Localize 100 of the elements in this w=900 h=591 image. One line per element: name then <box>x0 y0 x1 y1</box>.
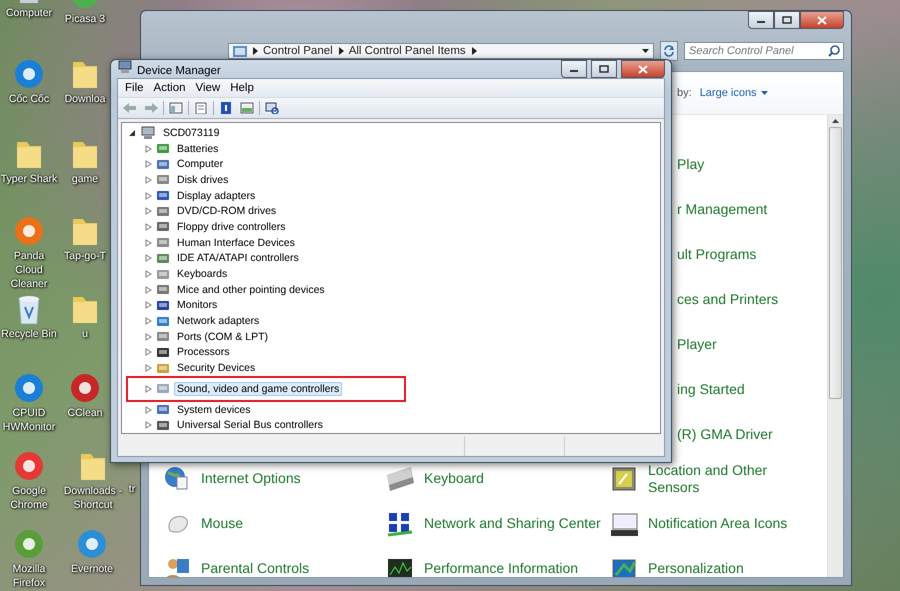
breadcrumb-item[interactable]: Control Panel <box>263 45 333 57</box>
control-panel-item-link[interactable]: Keyboard <box>424 470 484 487</box>
search-field[interactable]: Search Control Panel <box>684 42 844 60</box>
tree-item[interactable]: Keyboards <box>174 267 230 282</box>
desktop-icon-label[interactable]: Panda Cloud Cleaner <box>0 249 58 291</box>
device-icon <box>156 158 170 171</box>
maximize-button[interactable] <box>774 11 800 29</box>
control-panel-item-link[interactable]: Parental Controls <box>201 560 310 577</box>
control-panel-item-link[interactable]: Player <box>677 336 717 352</box>
scan-hardware-button[interactable] <box>263 101 281 115</box>
tree-item[interactable]: Monitors <box>174 298 220 312</box>
tree-item[interactable]: Disk drives <box>174 172 232 187</box>
view-by-label: by: <box>677 87 692 99</box>
chevron-icon <box>470 47 477 55</box>
desktop-icon-label[interactable]: Picasa 3 <box>64 12 106 26</box>
device-icon <box>156 283 170 296</box>
device-icon <box>156 346 170 359</box>
app-icon <box>69 372 101 404</box>
control-panel-item-link[interactable]: Notification Area Icons <box>648 515 788 532</box>
control-panel-item-link[interactable]: ing Started <box>677 380 745 396</box>
desktop-icon-label[interactable]: Recycle Bin <box>1 327 57 341</box>
menu-item[interactable]: Help <box>225 81 259 95</box>
tree-item[interactable]: Universal Serial Bus controllers <box>174 418 326 432</box>
close-button[interactable] <box>621 60 665 78</box>
desktop-icon-label[interactable]: Tap-go-T <box>64 249 106 263</box>
tree-item[interactable]: Sound, video and game controllers <box>174 382 342 396</box>
app-icon <box>13 528 45 560</box>
computer-icon <box>140 126 156 140</box>
control-panel-item-link[interactable]: Personalization <box>648 560 744 577</box>
device-icon <box>156 418 170 432</box>
control-panel-item-link[interactable]: Internet Options <box>201 470 301 487</box>
tree-item[interactable]: Mice and other pointing devices <box>174 282 328 297</box>
desktop-icon-label[interactable]: Downloads - Shortcut <box>62 484 124 512</box>
control-panel-item-link[interactable]: Location and Other Sensors <box>648 462 798 496</box>
tree-item[interactable]: Network adapters <box>174 314 262 328</box>
view-by-dropdown[interactable]: Large icons <box>700 87 768 99</box>
console-tree-button[interactable] <box>167 101 185 115</box>
close-button[interactable] <box>800 11 844 29</box>
tree-item[interactable]: Processors <box>174 345 233 360</box>
control-panel-item-link[interactable]: Play <box>677 156 704 172</box>
refresh-button[interactable] <box>660 41 678 61</box>
panel-icon <box>239 102 255 114</box>
app-icon <box>13 58 45 90</box>
scrollbar[interactable] <box>827 115 843 577</box>
desktop-icon-label[interactable]: Cốc Cốc <box>8 92 50 106</box>
app-icon <box>13 450 45 482</box>
tree-item[interactable]: IDE ATA/ATAPI controllers <box>174 251 302 266</box>
control-panel-item-link[interactable]: ces and Printers <box>677 290 778 306</box>
tree-item[interactable]: Security Devices <box>174 361 258 376</box>
menu-item[interactable]: View <box>190 81 226 95</box>
tree-item[interactable]: SCD073119 <box>160 126 222 140</box>
folder-icon <box>233 45 247 57</box>
control-panel-item-link[interactable]: r Management <box>677 200 768 216</box>
device-icon <box>156 298 170 312</box>
tree-item[interactable]: Batteries <box>174 142 222 156</box>
control-panel-item-link[interactable]: Mouse <box>201 515 244 532</box>
desktop-icon-label[interactable]: CClean <box>67 406 103 420</box>
refresh-icon <box>663 45 675 57</box>
desktop-icon-label[interactable]: tr <box>128 482 136 496</box>
desktop-icon-label[interactable]: Mozilla Firefox <box>0 562 58 590</box>
maximize-button[interactable] <box>591 60 617 78</box>
window-title: Device Manager <box>137 65 221 77</box>
control-panel-item-link[interactable]: ult Programs <box>677 246 756 262</box>
desktop-icon-label[interactable]: CPUID HWMonitor <box>0 406 58 434</box>
device-icon <box>156 314 170 328</box>
device-icon <box>156 268 170 281</box>
address-bar[interactable]: Control Panel All Control Panel Items <box>228 43 654 59</box>
tree-item[interactable]: Human Interface Devices <box>174 236 298 250</box>
tree-item[interactable]: Floppy drive controllers <box>174 220 289 234</box>
device-icon <box>156 173 170 186</box>
desktop-icon-label[interactable]: game <box>72 172 98 186</box>
breadcrumb-item[interactable]: All Control Panel Items <box>348 45 466 57</box>
tree-item[interactable]: Computer <box>174 157 226 172</box>
desktop-icon-label[interactable]: u <box>82 327 88 341</box>
device-icon <box>156 236 170 250</box>
view-button[interactable] <box>238 101 256 115</box>
minimize-button[interactable] <box>748 11 774 29</box>
minimize-button[interactable] <box>561 60 587 78</box>
desktop-icon-label[interactable]: Evernote <box>70 562 114 576</box>
desktop-icon-label[interactable]: Typer Shark <box>0 172 58 186</box>
help-icon <box>218 102 234 114</box>
chevron-icon <box>338 47 344 55</box>
desktop-icon-label[interactable]: Downloa <box>64 92 106 106</box>
desktop-icon-label[interactable]: Google Chrome <box>0 484 58 512</box>
dropdown-arrow-icon <box>642 49 649 53</box>
close-icon <box>638 64 648 74</box>
tree-item[interactable]: DVD/CD-ROM drives <box>174 204 280 218</box>
control-panel-item-link[interactable]: Performance Information <box>424 560 578 577</box>
sheet-icon <box>193 102 209 114</box>
menu-item[interactable]: File <box>120 81 149 95</box>
device-icon <box>156 362 170 375</box>
tree-item[interactable]: System devices <box>174 402 254 417</box>
control-panel-item-link[interactable]: Network and Sharing Center <box>424 515 601 532</box>
close-icon <box>817 16 827 24</box>
control-panel-icon <box>610 464 638 492</box>
tree-item[interactable]: Display adapters <box>174 188 258 203</box>
tree-item[interactable]: Ports (COM & LPT) <box>174 330 272 344</box>
control-panel-item-link[interactable]: (R) GMA Driver <box>677 426 773 442</box>
menu-item[interactable]: Action <box>148 81 190 95</box>
desktop-icon-label[interactable]: Computer <box>6 6 52 20</box>
